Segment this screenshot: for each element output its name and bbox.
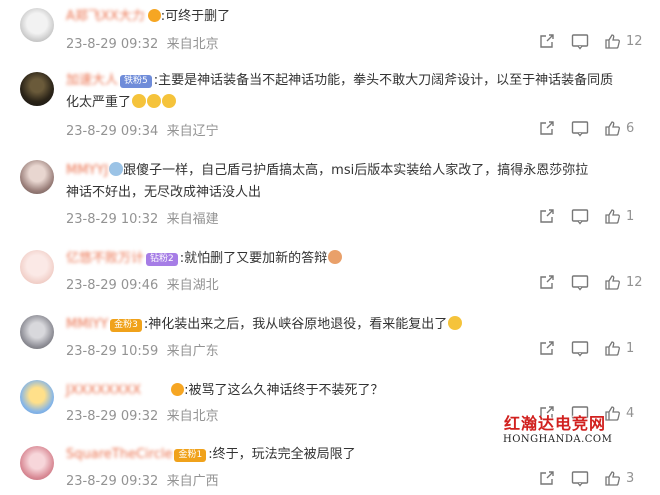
comment-actions: 6 [538, 120, 648, 138]
comment-meta: 23-8-29 09:32 来自广西 [66, 474, 219, 489]
fan-badge: 金粉3 [110, 319, 142, 332]
avatar[interactable] [20, 380, 54, 414]
comment-icon[interactable] [571, 470, 589, 488]
comment-actions: 1 [538, 340, 648, 358]
emoji-icon [328, 250, 343, 264]
comment-text: :主要是神话装备当不起神话功能，拳头不敢大刀阔斧设计，以至于神话装备同质 [153, 73, 614, 88]
like-icon[interactable] [604, 120, 621, 138]
fan-badge: 铁粉5 [120, 75, 152, 88]
comment-text: :可终于删了 [160, 9, 231, 24]
fan-badge: 金粉1 [174, 449, 207, 462]
like-count: 12 [626, 275, 643, 290]
comment-meta: 23-8-29 09:34 来自辽宁 [66, 124, 219, 139]
like-count: 1 [626, 209, 635, 224]
share-icon[interactable] [538, 274, 555, 292]
comment-meta: 23-8-29 09:46 来自湖北 [66, 278, 219, 293]
share-icon[interactable] [538, 470, 555, 488]
like-icon[interactable] [604, 208, 621, 226]
watermark-cn: 红瀚达电竞网 [503, 414, 606, 433]
fan-badge: 钻粉2 [146, 253, 178, 266]
comment-actions: 1 [538, 208, 648, 226]
avatar[interactable] [20, 160, 54, 194]
comment-text: :就怕删了又要加新的答辩 [179, 251, 328, 266]
comment-actions: 12 [538, 274, 648, 292]
share-icon[interactable] [538, 340, 555, 358]
like-count: 6 [626, 121, 635, 136]
site-watermark: 红瀚达电竞网 HONGHANDA.COM [503, 410, 613, 445]
comment-text-cont: 化太严重了 [66, 95, 132, 110]
username[interactable]: SquareTheCircle [66, 447, 172, 462]
comment-icon[interactable] [571, 120, 589, 138]
avatar[interactable] [20, 315, 54, 349]
username[interactable]: A郑飞XX大力 [66, 9, 145, 24]
comment-text-cont: 神话不好出，无尽改成神话没人出 [66, 185, 262, 200]
comment-text: :终于，玩法完全被局限了 [208, 447, 356, 462]
avatar[interactable] [20, 446, 54, 480]
comment-text: 跟傻子一样，自己盾弓护盾搞太高，msi后版本实装给人家改了，搞得永恩莎弥拉 [123, 163, 589, 178]
comment-actions: 3 [538, 470, 648, 488]
like-icon[interactable] [604, 274, 621, 292]
comment-icon[interactable] [571, 340, 589, 358]
like-count: 4 [626, 406, 635, 421]
username[interactable]: MMIYY [66, 317, 108, 332]
avatar[interactable] [20, 72, 54, 106]
comment-meta: 23-8-29 10:32 来自福建 [66, 212, 219, 227]
like-count: 1 [626, 341, 635, 356]
emoji-icon [162, 94, 177, 108]
watermark-en: HONGHANDA.COM [503, 434, 613, 445]
like-icon[interactable] [604, 470, 621, 488]
like-count: 3 [626, 471, 635, 486]
emoji-icon [448, 316, 463, 330]
username[interactable]: 亿悠不败万计 [66, 251, 144, 266]
like-icon[interactable] [604, 340, 621, 358]
comment-meta: 23-8-29 09:32 来自北京 [66, 37, 219, 52]
emoji-icon [109, 162, 124, 176]
comment-actions: 12 [538, 33, 648, 51]
username[interactable]: JXXXXXXXX [66, 383, 141, 398]
comment-icon[interactable] [571, 274, 589, 292]
emoji-icon [147, 94, 162, 108]
comment-meta: 23-8-29 09:32 来自北京 [66, 409, 219, 424]
comment-text: :神化装出来之后，我从峡谷原地退役，看来能复出了 [143, 317, 448, 332]
comment-text: :被骂了这么久神话终于不装死了？ [184, 383, 384, 398]
avatar[interactable] [20, 250, 54, 284]
vip-icon [147, 9, 161, 22]
share-icon[interactable] [538, 208, 555, 226]
share-icon[interactable] [538, 120, 555, 138]
comment-icon[interactable] [571, 208, 589, 226]
username[interactable]: MMYYJ [66, 163, 108, 178]
like-count: 12 [626, 34, 643, 49]
vip-icon [171, 383, 185, 396]
avatar[interactable] [20, 8, 54, 42]
username[interactable]: 加速大人 [66, 73, 118, 88]
comment-meta: 23-8-29 10:59 来自广东 [66, 344, 219, 359]
like-icon[interactable] [604, 33, 621, 51]
comment-icon[interactable] [571, 33, 589, 51]
emoji-icon [132, 94, 147, 108]
share-icon[interactable] [538, 33, 555, 51]
